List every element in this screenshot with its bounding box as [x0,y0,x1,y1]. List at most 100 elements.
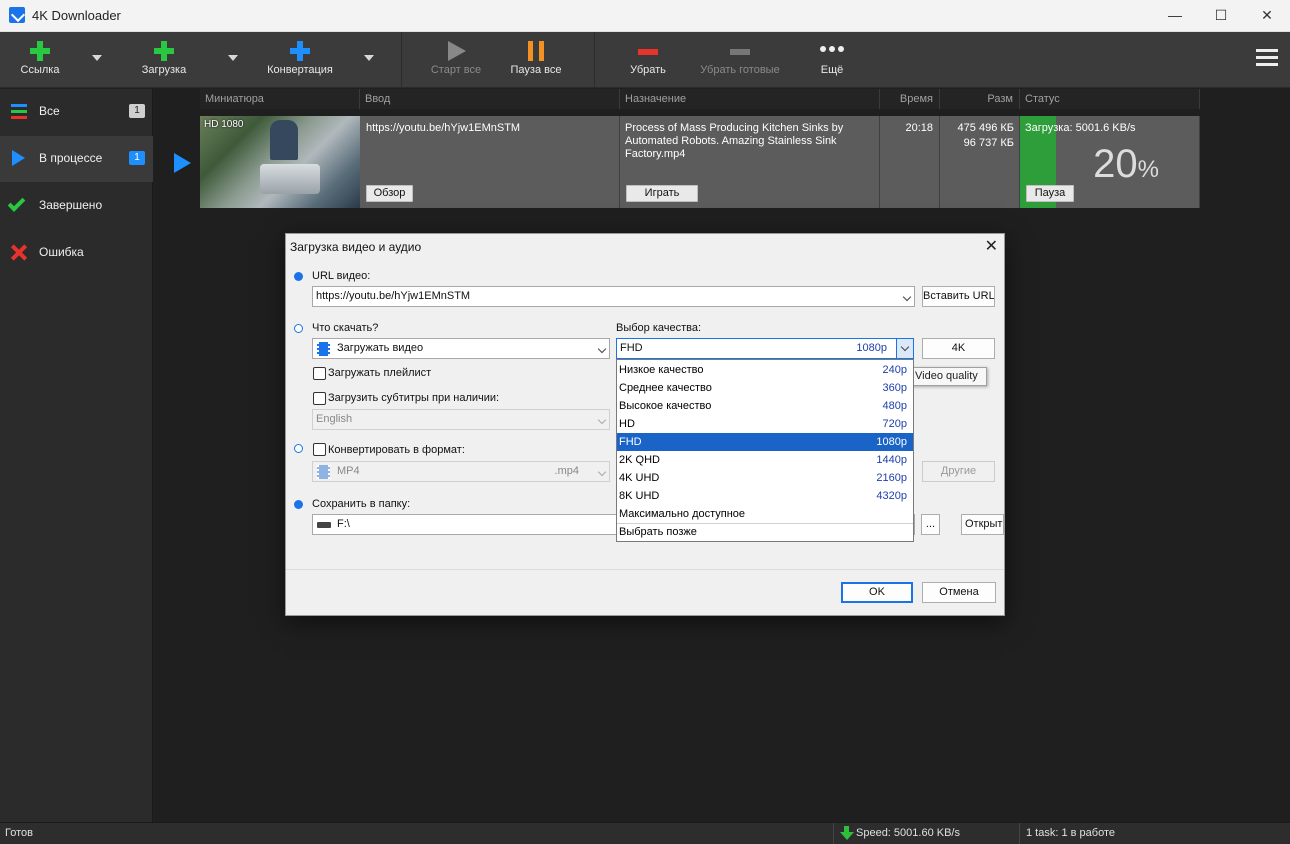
quality-option[interactable]: Среднее качество 360p [617,379,913,397]
play-file-button[interactable]: Играть [626,185,698,202]
download-arrow-icon [840,826,854,840]
quality-option[interactable]: 4K UHD 2160p [617,469,913,487]
column-header-size[interactable]: Разм [940,89,1020,109]
quality-option[interactable]: HD 720p [617,415,913,433]
playlist-checkbox[interactable] [313,367,326,380]
quality-option-selected[interactable]: FHD 1080p [617,433,913,451]
video-thumbnail[interactable]: HD 1080 [200,116,360,208]
cancel-button[interactable]: Отмена [922,582,996,603]
download-button[interactable]: Загрузка [134,32,194,88]
stack-icon [11,103,27,119]
save-path-value: F:\ [337,518,350,530]
destination-cell: Process of Mass Producing Kitchen Sinks … [620,116,880,208]
toolbar-divider [594,32,595,88]
app-logo-icon [9,7,25,23]
quality-option[interactable]: Максимально доступное [617,505,913,523]
quality-option[interactable]: 2K QHD 1440p [617,451,913,469]
ok-button[interactable]: OK [841,582,913,603]
status-cell: Загрузка: 5001.6 KB/s 20% Пауза [1020,116,1200,208]
sidebar-item-completed[interactable]: Завершено [0,183,153,229]
what-label: Что скачать? [312,322,379,334]
playlist-label: Загружать плейлист [328,367,432,379]
other-formats-button[interactable]: Другие [922,461,995,482]
close-window-button[interactable]: ✕ [1244,0,1290,32]
count-badge: 1 [129,104,145,118]
browse-folder-button[interactable]: ... [921,514,940,535]
sidebar-item-all[interactable]: Все 1 [0,89,153,135]
pause-icon [528,41,544,61]
video-quality-tooltip: Video quality [910,367,987,386]
save-label: Сохранить в папку: [312,498,411,510]
title-bar: 4K Downloader — ☐ ✕ [0,0,1290,32]
plus-green-icon [30,41,50,61]
quality-option[interactable]: Низкое качество 240p [617,361,913,379]
time-cell: 20:18 [880,116,940,208]
paste-url-button[interactable]: Вставить URL [922,286,995,307]
active-row-arrow-icon [174,153,191,173]
percent-display: 20% [1093,142,1159,186]
download-type-value: Загружать видео [337,342,424,354]
input-cell: https://youtu.be/hYjw1EMnSTM Обзор [360,116,620,208]
pause-row-button[interactable]: Пауза [1026,185,1074,202]
quality-select[interactable]: FHD 1080p [616,338,914,359]
pause-all-label: Пауза все [510,64,562,76]
format-select[interactable]: MP4 .mp4 [312,461,610,482]
convert-checkbox[interactable] [313,443,326,456]
convert-dropdown-chevron-icon[interactable] [364,55,374,61]
column-header-status[interactable]: Статус [1020,89,1200,109]
speed-text: Speed: 5001.60 KB/s [856,827,960,839]
browse-button[interactable]: Обзор [366,185,413,202]
input-url: https://youtu.be/hYjw1EMnSTM [366,122,521,134]
chevron-down-icon[interactable] [597,415,607,425]
dialog-close-button[interactable]: ✕ [985,236,998,256]
column-header-thumbnail[interactable]: Миниатюра [200,89,360,109]
play-icon [448,41,466,61]
sidebar-item-error[interactable]: Ошибка [0,230,153,276]
pause-all-button[interactable]: Пауза все [504,32,568,88]
chevron-down-icon[interactable] [597,344,607,354]
quality-option[interactable]: 8K UHD 4320p [617,487,913,505]
column-header-destination[interactable]: Назначение [620,89,880,109]
remove-done-button[interactable]: Убрать готовые [694,32,786,88]
plus-green-icon [154,41,174,61]
remove-button[interactable]: Убрать [620,32,676,88]
sidebar-item-label: В процессе [39,151,103,165]
section-bullet-icon [294,444,303,453]
minimize-button[interactable]: — [1152,0,1198,32]
link-dropdown-chevron-icon[interactable] [92,55,102,61]
dialog-divider [286,569,1004,570]
chevron-down-icon[interactable] [900,342,910,352]
quality-tag: HD 1080 [204,119,244,130]
convert-label: Конвертация [267,64,333,76]
hamburger-icon[interactable] [1256,49,1278,67]
subtitles-label: Загрузить субтитры при наличии: [328,392,500,404]
download-type-select[interactable]: Загружать видео [312,338,610,359]
quality-option[interactable]: Выбрать позже [617,523,913,541]
count-badge: 1 [129,151,145,165]
more-button[interactable]: Ещё [810,32,854,88]
4k-button[interactable]: 4K [922,338,995,359]
column-header-time[interactable]: Время [880,89,940,109]
column-header-input[interactable]: Ввод [360,89,620,109]
sidebar-item-in-progress[interactable]: В процессе 1 [0,136,153,182]
quality-option[interactable]: Высокое качество 480p [617,397,913,415]
download-dropdown-chevron-icon[interactable] [228,55,238,61]
open-folder-button[interactable]: Открыть [961,514,1004,535]
time-value: 20:18 [905,122,933,134]
link-button[interactable]: Ссылка [12,32,68,88]
quality-label: Выбор качества: [616,322,702,334]
section-bullet-icon [294,500,303,509]
start-all-button[interactable]: Старт все [424,32,488,88]
plus-blue-icon [290,41,310,61]
chevron-down-icon[interactable] [597,467,607,477]
convert-button[interactable]: Конвертация [262,32,338,88]
subtitle-language-select[interactable]: English [312,409,610,430]
format-value: MP4 [337,465,360,477]
url-combobox[interactable]: https://youtu.be/hYjw1EMnSTM [312,286,915,307]
url-label: URL видео: [312,270,371,282]
chevron-down-icon[interactable] [902,292,912,302]
film-icon [317,342,330,356]
status-ready: Готов [5,827,33,839]
subtitles-checkbox[interactable] [313,392,326,405]
maximize-button[interactable]: ☐ [1198,0,1244,32]
